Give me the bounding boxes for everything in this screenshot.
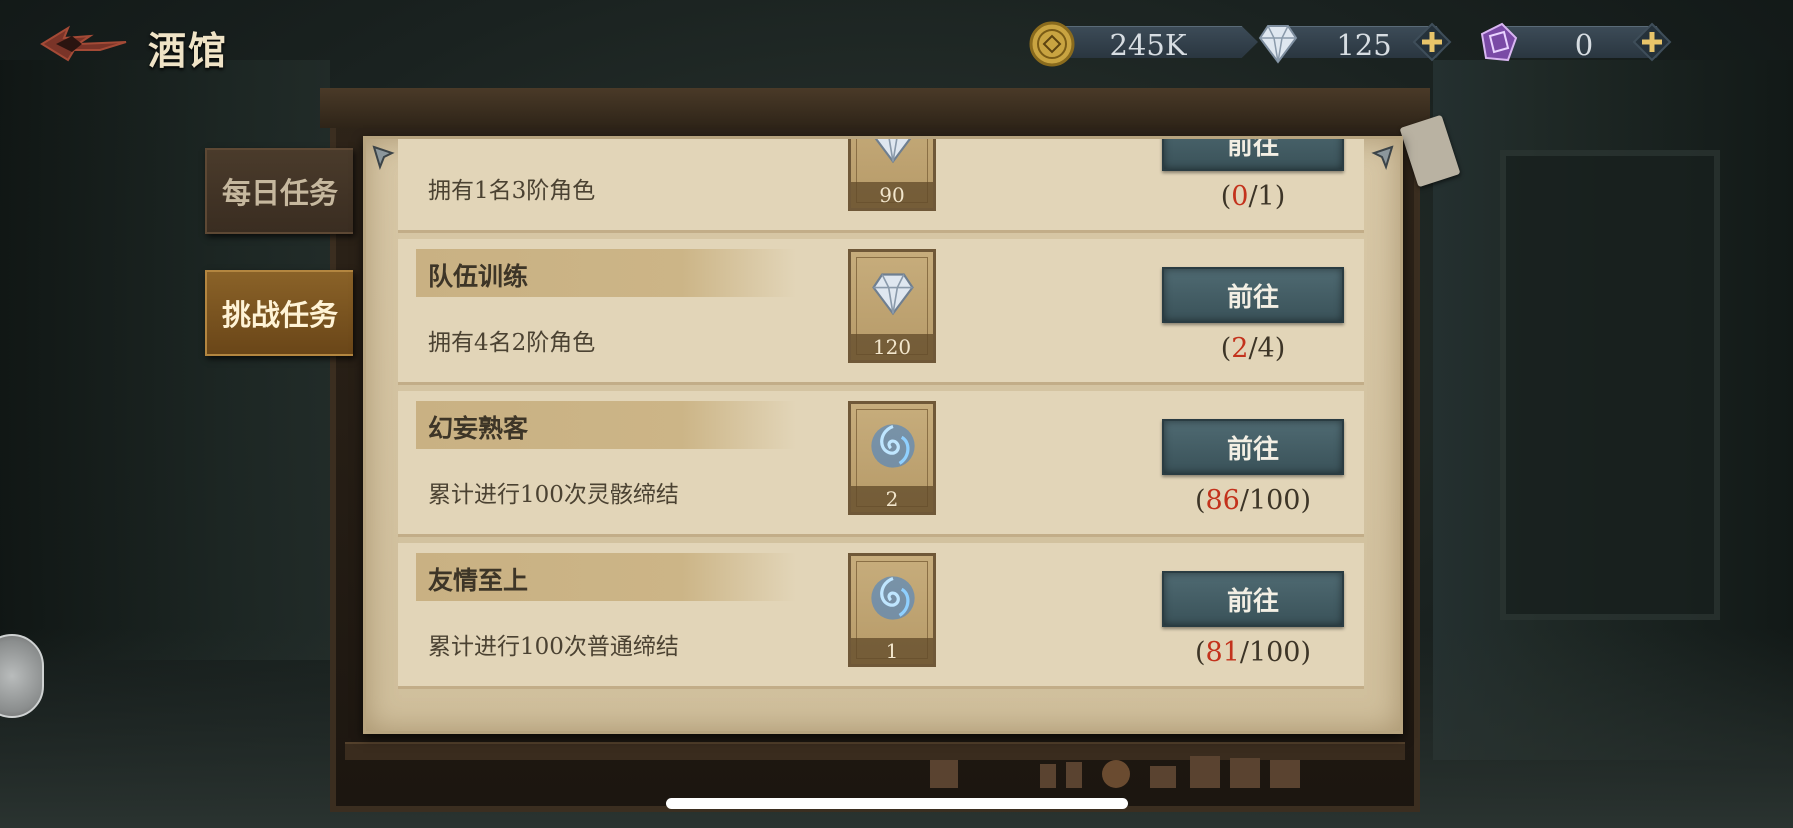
add-diamond-button[interactable] [1412, 22, 1452, 62]
tab-label: 每日任务 [221, 176, 338, 210]
task-description: 累计进行100次灵骸缔结 [428, 482, 679, 508]
purple-crystal-icon [1480, 22, 1518, 62]
task-progress: (0/1) [1220, 181, 1286, 212]
pin-icon [372, 145, 395, 171]
back-arrow-icon [40, 25, 127, 62]
diamond-value: 125 [1336, 28, 1392, 62]
diamond-icon [1258, 25, 1298, 64]
reward-quantity: 90 [851, 182, 933, 208]
diamond-icon [874, 139, 912, 164]
progress-current: 0 [1231, 181, 1249, 212]
task-row: 幻妄熟客 累计进行100次灵骸缔结 2 前往 (86/100) [398, 391, 1364, 537]
coin-value: 245K [1109, 28, 1187, 62]
back-button[interactable] [38, 22, 130, 66]
progress-current: 81 [1205, 637, 1240, 668]
go-button[interactable]: 前往 [1162, 267, 1344, 323]
progress-total: 100 [1248, 485, 1301, 516]
add-crystal-button[interactable] [1632, 22, 1672, 62]
reward-card[interactable]: 1 [848, 553, 936, 667]
reward-card[interactable]: 2 [848, 401, 936, 515]
currency-diamond: 125 [1254, 20, 1459, 64]
currency-coin: 245K [1028, 20, 1258, 67]
quest-board-top [320, 88, 1430, 128]
progress-current: 86 [1205, 485, 1240, 516]
task-title: 幻妄熟客 [428, 414, 529, 443]
blue-spirit-icon [871, 576, 915, 620]
reward-quantity: 2 [851, 486, 933, 512]
tab-challenge-tasks[interactable]: 挑战任务 [205, 270, 353, 356]
pin-icon [1371, 145, 1394, 171]
task-title: 友情至上 [428, 566, 529, 595]
page-title: 酒馆 [148, 28, 229, 73]
coin-icon [1029, 21, 1075, 67]
task-progress: (86/100) [1194, 485, 1312, 516]
reward-card[interactable]: 120 [848, 249, 936, 363]
task-row: 友情至上 累计进行100次普通缔结 1 前往 (81/100) [398, 543, 1364, 689]
task-description: 拥有4名2阶角色 [428, 330, 596, 356]
go-button[interactable]: 前往 [1162, 419, 1344, 475]
progress-total: 4 [1257, 333, 1275, 364]
shelf-decorations [930, 756, 1300, 788]
task-list[interactable]: 拥有1名3阶角色 90 前往 (0/1) 队伍训练 拥有4名2阶角色 120 前… [363, 136, 1403, 734]
task-description: 拥有1名3阶角色 [428, 178, 596, 204]
reward-quantity: 120 [851, 334, 933, 360]
tab-label: 挑战任务 [221, 298, 338, 332]
background-window [1500, 150, 1720, 620]
reward-quantity: 1 [851, 638, 933, 664]
task-progress: (2/4) [1220, 333, 1286, 364]
task-title: 队伍训练 [428, 262, 529, 291]
blue-spirit-icon [871, 424, 915, 468]
progress-total: 100 [1248, 637, 1301, 668]
reward-card[interactable]: 90 [848, 139, 936, 211]
task-description: 累计进行100次普通缔结 [428, 634, 679, 660]
currency-crystal: 0 [1474, 20, 1679, 64]
progress-current: 2 [1231, 333, 1249, 364]
task-progress: (81/100) [1194, 637, 1312, 668]
side-menu-dial[interactable] [0, 634, 44, 718]
task-row: 队伍训练 拥有4名2阶角色 120 前往 (2/4) [398, 239, 1364, 385]
progress-total: 1 [1257, 181, 1275, 212]
go-button[interactable]: 前往 [1162, 571, 1344, 627]
diamond-icon [872, 273, 914, 316]
task-row: 拥有1名3阶角色 90 前往 (0/1) [398, 139, 1364, 233]
home-indicator [666, 798, 1128, 809]
crystal-value: 0 [1574, 28, 1594, 62]
go-button[interactable]: 前往 [1162, 139, 1344, 171]
tab-daily-tasks[interactable]: 每日任务 [205, 148, 353, 234]
